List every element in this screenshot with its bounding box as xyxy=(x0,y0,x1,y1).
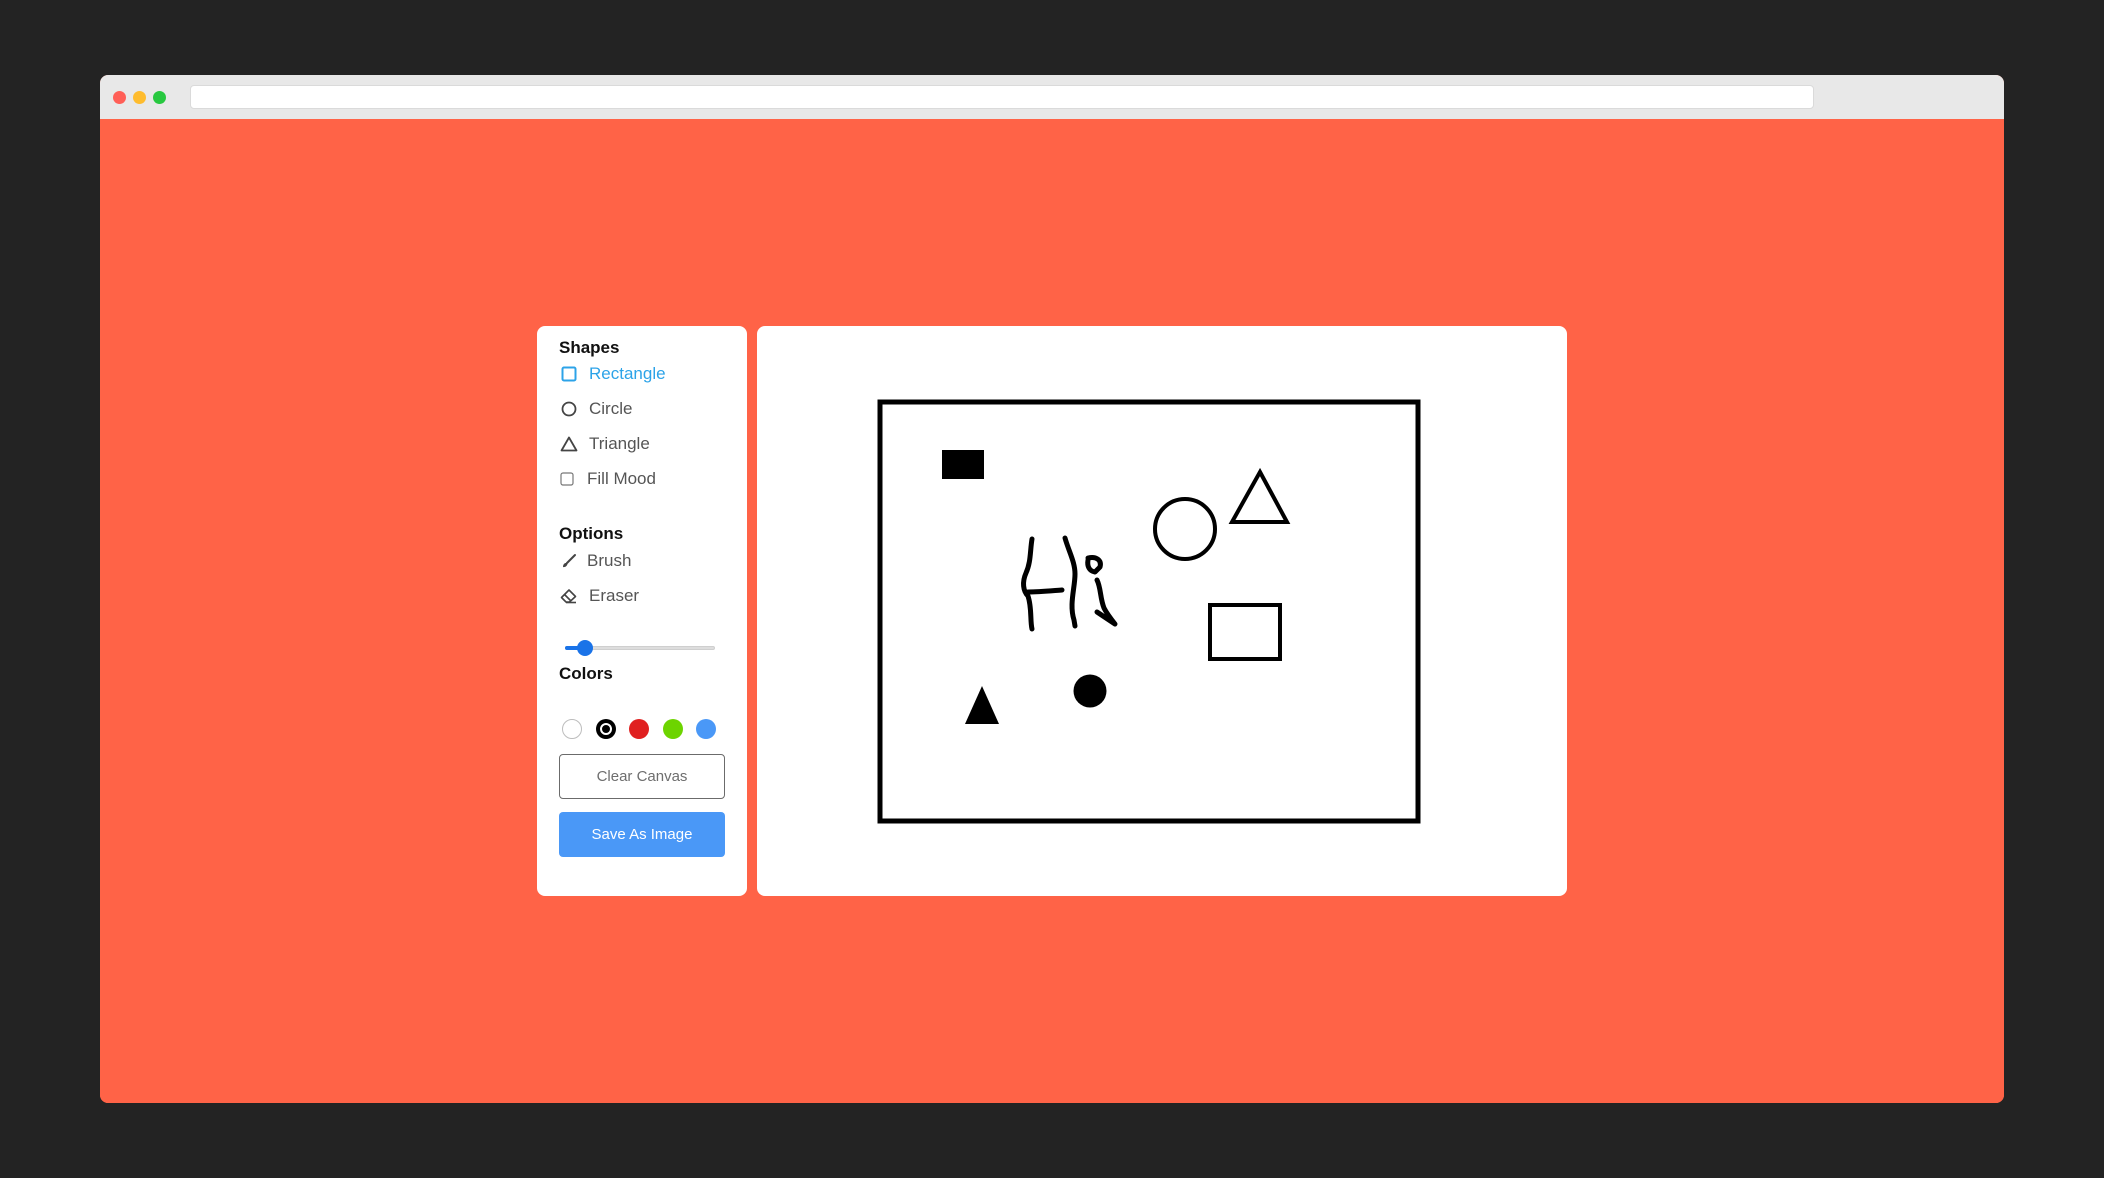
address-bar[interactable] xyxy=(190,85,1814,109)
circle-tool-label: Circle xyxy=(589,399,633,418)
brush-size-slider[interactable] xyxy=(565,638,715,658)
circle-tool[interactable]: Circle xyxy=(559,396,632,422)
drawn-filled-rectangle xyxy=(942,450,984,479)
minimize-window-button[interactable] xyxy=(133,91,146,104)
drawn-filled-triangle xyxy=(965,686,999,724)
drawn-rectangle-outline xyxy=(1208,603,1282,661)
color-swatch-green[interactable] xyxy=(662,719,683,739)
shapes-title: Shapes xyxy=(559,338,620,357)
circle-outline-icon xyxy=(559,399,579,419)
rectangle-tool[interactable]: Rectangle xyxy=(559,361,666,387)
brush-stroke xyxy=(1085,555,1103,575)
color-swatch-blue[interactable] xyxy=(696,719,716,739)
eraser-tool-label: Eraser xyxy=(589,586,640,605)
color-palette xyxy=(562,719,732,741)
brush-stroke xyxy=(1094,577,1118,627)
page-content: Shapes Rectangle Circle Triangle Fill Mo… xyxy=(100,119,2004,1103)
triangle-tool[interactable]: Triangle xyxy=(559,431,650,457)
triangle-outline-icon xyxy=(559,434,579,454)
triangle-tool-label: Triangle xyxy=(589,434,650,453)
fill-mode-label: Fill Mood xyxy=(587,469,656,488)
browser-titlebar xyxy=(100,75,2004,119)
drawn-triangle-outline xyxy=(1228,467,1291,524)
drawing-canvas[interactable] xyxy=(757,326,1567,896)
browser-window: Shapes Rectangle Circle Triangle Fill Mo… xyxy=(100,75,2004,1103)
maximize-window-button[interactable] xyxy=(153,91,166,104)
colors-title: Colors xyxy=(559,664,613,683)
eraser-icon xyxy=(559,586,579,606)
fill-mode-toggle[interactable]: Fill Mood xyxy=(559,466,656,492)
eraser-tool[interactable]: Eraser xyxy=(559,583,639,609)
brush-tool[interactable]: Brush xyxy=(559,548,631,574)
brush-stroke xyxy=(1062,535,1078,629)
drawing-board[interactable] xyxy=(757,326,1567,896)
rectangle-tool-label: Rectangle xyxy=(589,364,666,383)
clear-canvas-button[interactable]: Clear Canvas xyxy=(559,754,725,799)
freehand-brush-strokes xyxy=(1021,535,1118,632)
close-window-button[interactable] xyxy=(113,91,126,104)
fill-checkbox[interactable] xyxy=(559,469,575,489)
color-swatch-white[interactable] xyxy=(562,719,582,739)
brush-icon xyxy=(559,551,579,571)
drawn-filled-circle xyxy=(1073,674,1107,708)
square-outline-icon xyxy=(559,364,579,384)
slider-thumb[interactable] xyxy=(576,640,593,656)
tools-panel: Shapes Rectangle Circle Triangle Fill Mo… xyxy=(537,326,747,896)
color-swatch-red[interactable] xyxy=(629,719,649,739)
brush-stroke xyxy=(1021,536,1035,632)
brush-tool-label: Brush xyxy=(587,551,632,570)
brush-stroke xyxy=(1025,587,1065,595)
drawn-circle-outline xyxy=(1153,497,1217,561)
color-swatch-black[interactable] xyxy=(595,719,616,739)
options-title: Options xyxy=(559,524,624,543)
save-image-button[interactable]: Save As Image xyxy=(559,812,725,857)
